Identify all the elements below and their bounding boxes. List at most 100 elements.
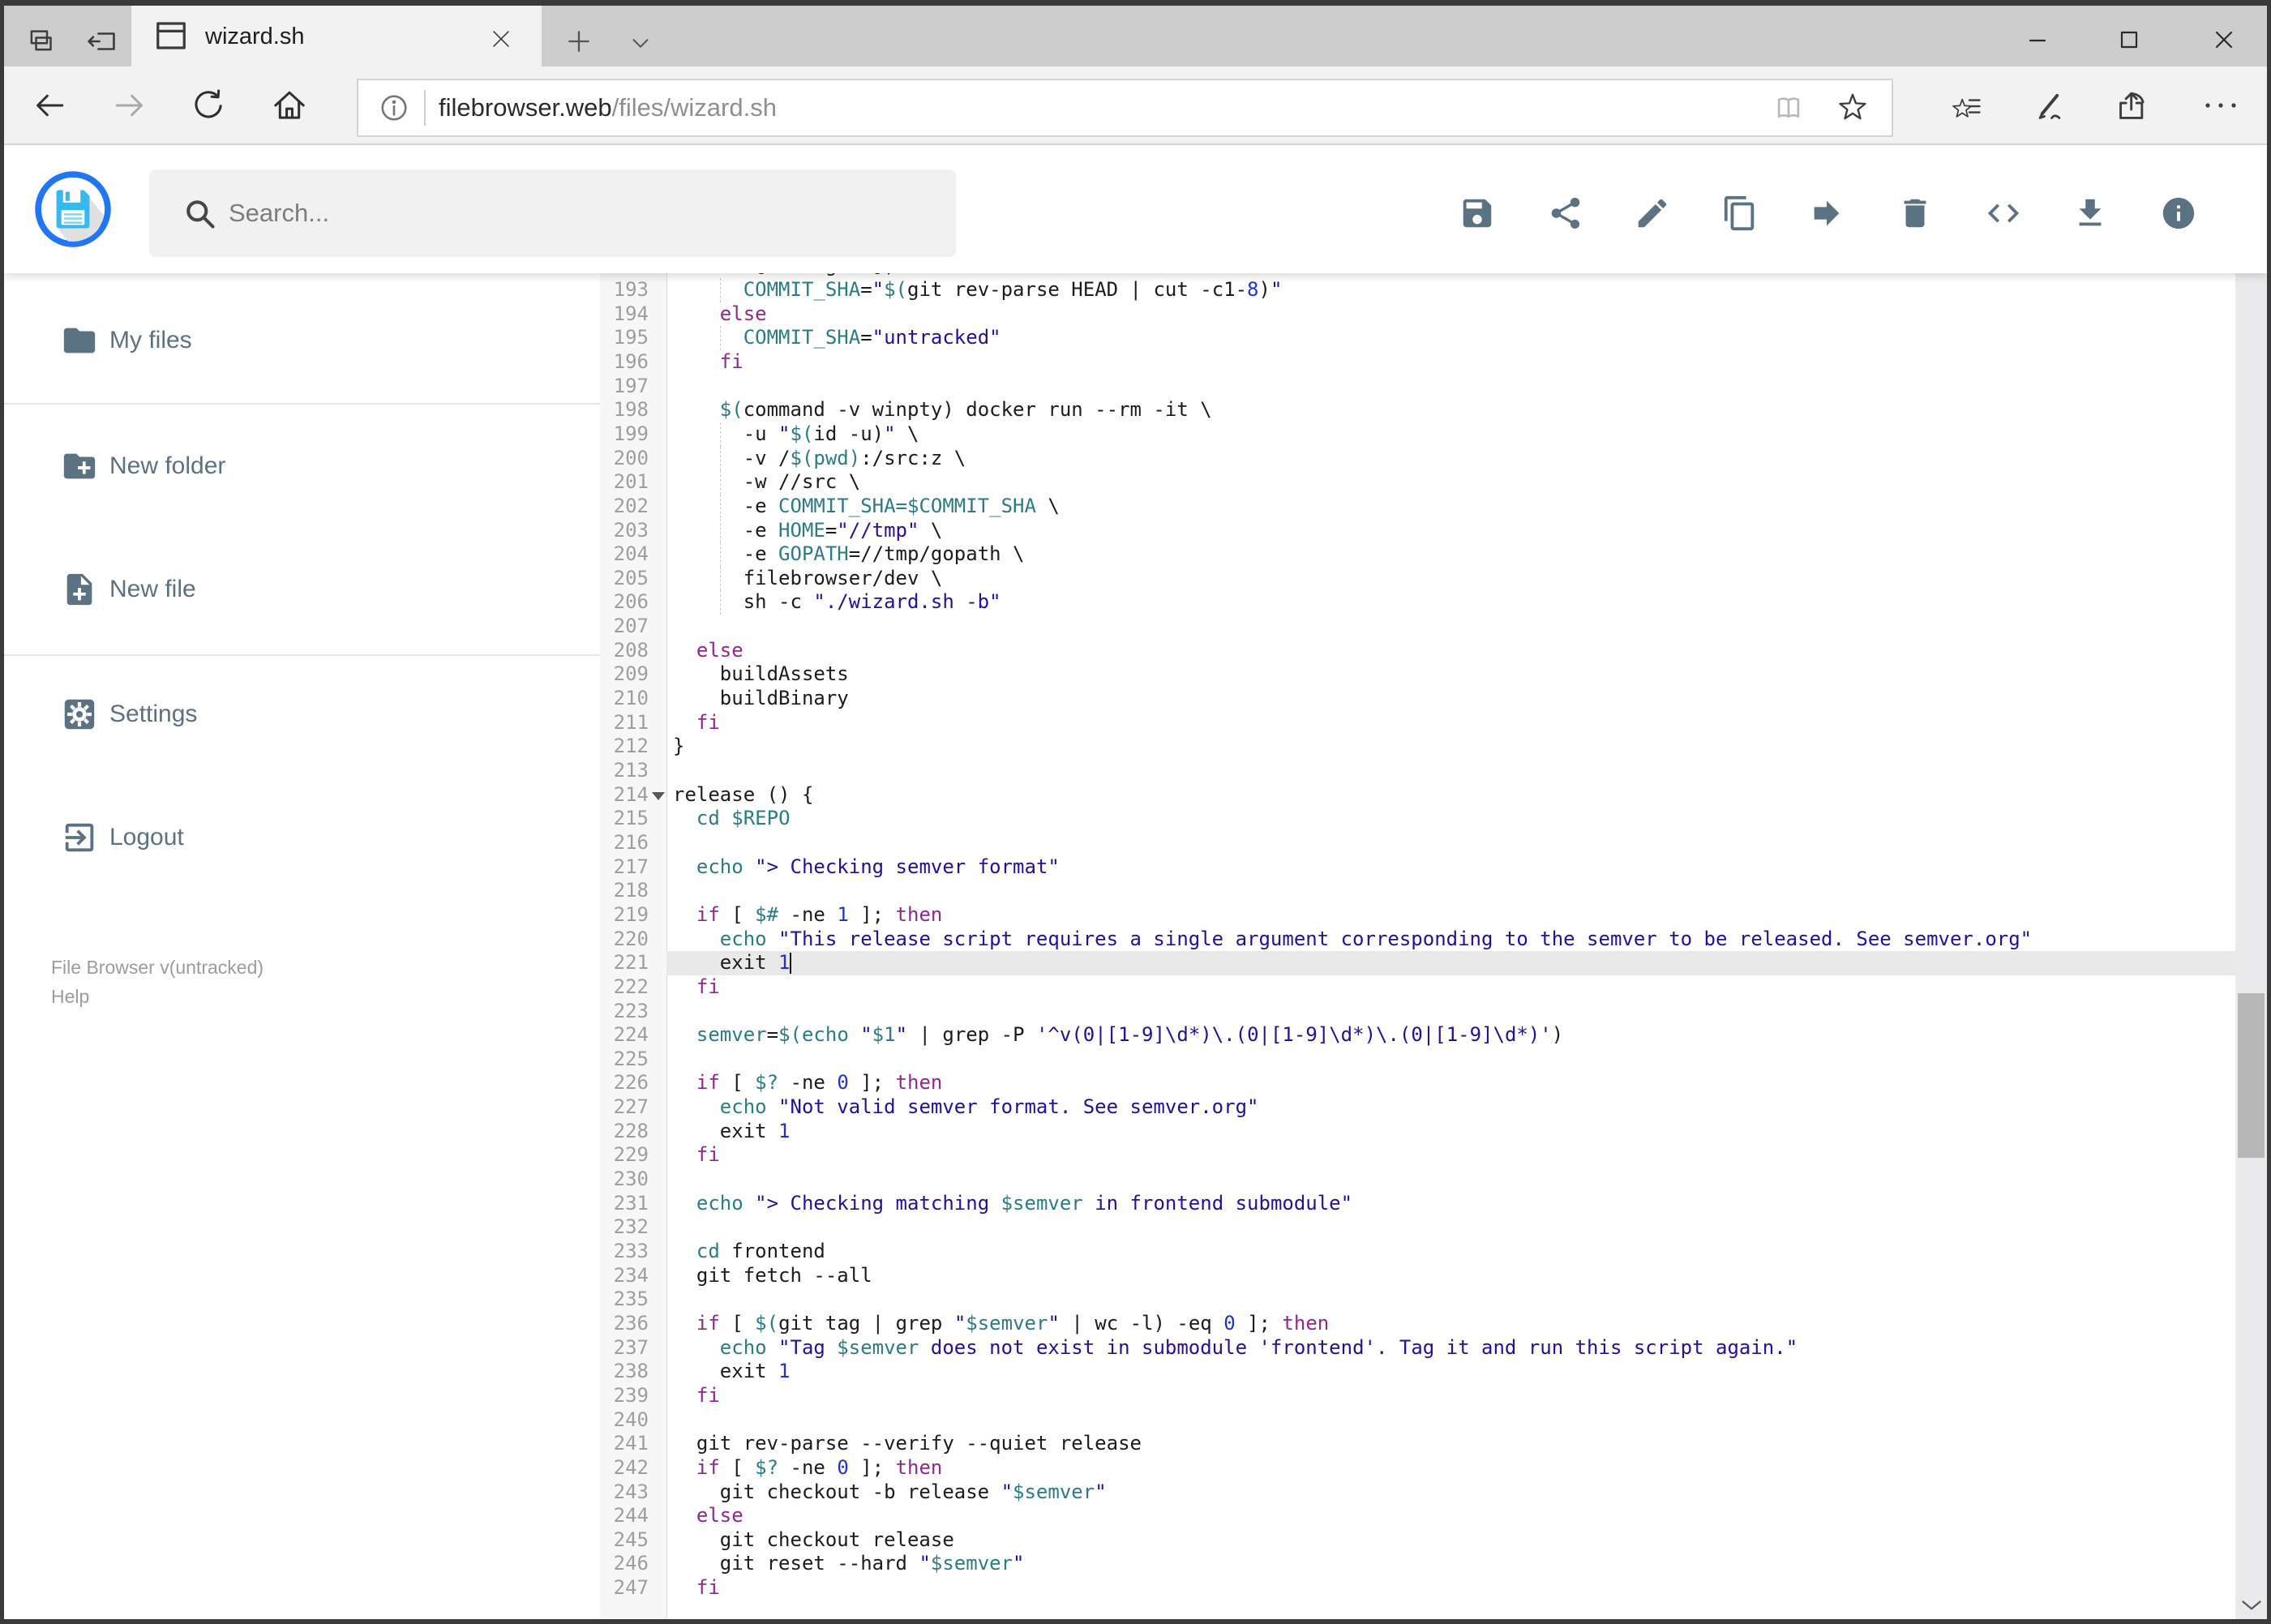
code-line[interactable]: git fetch --all (673, 1264, 872, 1288)
code-line[interactable]: echo "Not valid semver format. See semve… (673, 1095, 1259, 1120)
code-line[interactable]: -v /$(pwd):/src:z \ (673, 447, 966, 471)
window-border-right (2267, 0, 2271, 1624)
code-line[interactable]: -e COMMIT_SHA=$COMMIT_SHA \ (673, 495, 1060, 519)
code-line[interactable]: -e GOPATH=//tmp/gopath \ (673, 542, 1025, 567)
more-options-icon[interactable] (2203, 99, 2239, 112)
tab-preview-icon[interactable] (25, 26, 54, 57)
reading-view-icon[interactable] (1773, 92, 1804, 123)
code-line[interactable]: semver=$(echo "$1" | grep -P '^v(0|[1-9]… (673, 1023, 1563, 1048)
save-button[interactable] (1459, 195, 1496, 232)
tab-list-chevron-icon[interactable] (627, 31, 654, 55)
active-line-highlight (666, 951, 2235, 975)
site-info-icon[interactable] (379, 92, 409, 123)
tabs-aside-icon[interactable] (85, 26, 118, 57)
code-line[interactable]: cd $REPO (673, 807, 791, 831)
code-line[interactable]: filebrowser/dev \ (673, 567, 943, 591)
line-number: 231 (613, 1191, 649, 1215)
address-bar[interactable]: filebrowser.web/files/wizard.sh (357, 79, 1893, 137)
line-number: 215 (613, 807, 649, 830)
code-line[interactable]: fi (673, 1384, 720, 1408)
code-line[interactable]: git checkout release (673, 1528, 954, 1553)
back-icon[interactable] (31, 88, 68, 122)
code-line[interactable]: git reset --hard "$semver" (673, 1552, 1025, 1576)
code-line[interactable]: if [ $? -ne 0 ]; then (673, 1071, 942, 1095)
code-line[interactable]: exit 1 (673, 1120, 791, 1144)
page-scrollbar[interactable] (2235, 145, 2267, 1619)
code-line[interactable]: cd frontend (673, 1240, 825, 1264)
code-line[interactable]: -w //src \ (673, 470, 861, 495)
code-line[interactable]: else (673, 302, 767, 327)
minimize-icon[interactable] (2025, 27, 2050, 53)
code-line[interactable]: fi (673, 975, 720, 1000)
code-line[interactable]: echo "This release script requires a sin… (673, 928, 2032, 952)
code-line[interactable]: echo "Tag $semver does not exist in subm… (673, 1336, 1798, 1360)
sidebar-item-new-file[interactable]: New file (0, 571, 596, 608)
code-line[interactable]: -u "$(id -u)" \ (673, 422, 919, 447)
code-line[interactable]: buildBinary (673, 687, 849, 711)
web-notes-pen-icon[interactable] (2033, 89, 2067, 123)
search-input[interactable]: Search... (149, 169, 956, 257)
code-line[interactable]: if [ $(git tag | grep "$semver" | wc -l)… (673, 1312, 1329, 1336)
code-line[interactable]: COMMIT_SHA="$(git rev-parse HEAD | cut -… (673, 278, 1283, 302)
favorite-star-icon[interactable] (1836, 92, 1869, 124)
code-line[interactable]: git checkout -b release "$semver" (673, 1480, 1107, 1505)
scroll-down-icon[interactable] (2240, 1596, 2263, 1613)
edit-button[interactable] (1634, 195, 1671, 232)
forward-icon[interactable] (111, 88, 148, 122)
close-window-icon[interactable] (2211, 27, 2237, 53)
move-button[interactable] (1808, 195, 1845, 232)
code-editor[interactable]: 192 if [ -d .git ]; then193 COMMIT_SHA="… (600, 273, 2235, 1619)
code-line[interactable]: sh -c "./wizard.sh -b" (673, 590, 1001, 615)
sidebar-item-my-files[interactable]: My files (0, 322, 596, 359)
help-link[interactable]: Help (51, 986, 89, 1008)
sidebar-item-label: New folder (109, 452, 226, 479)
sidebar-item-logout[interactable]: Logout (0, 819, 596, 856)
close-tab-icon[interactable] (491, 28, 512, 49)
code-line[interactable]: exit 1 (673, 1360, 791, 1384)
sidebar-item-label: Settings (109, 701, 198, 727)
refresh-icon[interactable] (191, 88, 226, 123)
active-tab[interactable]: wizard.sh (131, 6, 542, 66)
code-line[interactable]: -e HOME="//tmp" \ (673, 519, 943, 543)
maximize-icon[interactable] (2116, 27, 2142, 53)
code-line[interactable]: fi (673, 711, 720, 735)
window-border-top (0, 0, 2271, 6)
info-button[interactable] (2160, 195, 2197, 232)
download-button[interactable] (2072, 195, 2109, 232)
file-plus-icon (66, 573, 92, 606)
share-button[interactable] (1547, 195, 1584, 232)
code-view-button[interactable] (1985, 195, 2022, 232)
sidebar-item-settings[interactable]: Settings (0, 696, 596, 733)
code-line[interactable]: else (673, 1504, 743, 1528)
code-line[interactable]: release () { (673, 783, 813, 808)
delete-button[interactable] (1896, 195, 1934, 232)
folder-plus-icon (63, 453, 96, 479)
code-line[interactable]: $(command -v winpty) docker run --rm -it… (673, 398, 1212, 422)
code-line[interactable]: fi (673, 1576, 720, 1600)
code-line[interactable]: COMMIT_SHA="untracked" (673, 326, 1001, 350)
code-line[interactable]: echo "> Checking semver format" (673, 855, 1060, 880)
code-line[interactable]: exit 1 (673, 951, 791, 975)
home-icon[interactable] (272, 88, 307, 123)
code-line[interactable]: else (673, 639, 743, 663)
code-line[interactable]: if [ $? -ne 0 ]; then (673, 1456, 942, 1480)
code-line[interactable]: fi (673, 1143, 720, 1168)
scrollbar-thumb[interactable] (2238, 993, 2265, 1158)
new-tab-icon[interactable] (565, 28, 593, 55)
hub-icon[interactable] (1948, 90, 1982, 122)
code-line[interactable]: fi (673, 350, 743, 375)
sidebar-item-new-folder[interactable]: New folder (0, 448, 596, 485)
filebrowser-logo[interactable] (34, 170, 112, 248)
line-number: 223 (613, 999, 649, 1022)
app-version: File Browser v(untracked) (51, 957, 264, 978)
fold-arrow-icon[interactable] (652, 791, 665, 800)
code-line[interactable]: if [ $# -ne 1 ]; then (673, 903, 942, 928)
code-line[interactable]: } (673, 735, 684, 759)
code-line[interactable]: git rev-parse --verify --quiet release (673, 1432, 1142, 1456)
share-icon[interactable] (2115, 89, 2149, 123)
line-number: 229 (613, 1143, 649, 1167)
code-line[interactable]: echo "> Checking matching $semver in fro… (673, 1192, 1352, 1216)
copy-button[interactable] (1721, 195, 1759, 232)
code-line[interactable]: buildAssets (673, 662, 849, 687)
line-number: 230 (613, 1168, 649, 1191)
